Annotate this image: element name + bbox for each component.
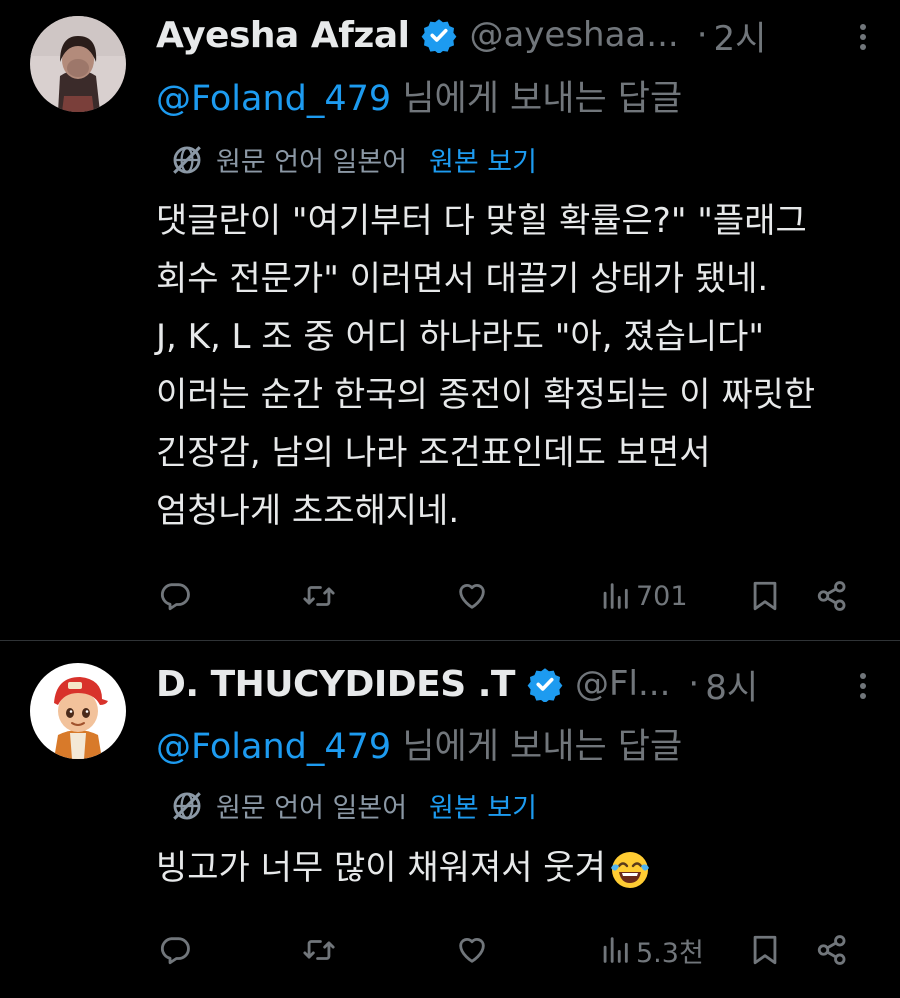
author-handle[interactable]: @ayeshaa... <box>469 15 678 55</box>
views-count: 5.3천 <box>636 937 704 969</box>
face-with-tears-of-joy-emoji <box>610 851 649 888</box>
tweet-header: Ayesha Afzal @ayeshaa... · 2시 <box>156 10 880 60</box>
bookmark-icon <box>753 935 777 965</box>
translation-bar: 원문 언어 일본어 원본 보기 <box>170 786 537 825</box>
author-name[interactable]: Ayesha Afzal <box>156 15 410 56</box>
reply-mention-link[interactable]: @Foland_479 <box>156 79 391 119</box>
share-button[interactable] <box>815 930 849 970</box>
show-original-link[interactable]: 원본 보기 <box>429 786 537 825</box>
retweet-button[interactable] <box>302 930 336 970</box>
like-button[interactable] <box>455 930 489 970</box>
replying-to: @Foland_479 님에게 보내는 답글 <box>156 70 682 121</box>
bookmark-button[interactable] <box>748 930 782 970</box>
verified-badge-icon <box>527 668 563 702</box>
translate-globe-icon <box>173 145 201 174</box>
views-count: 701 <box>636 580 688 612</box>
action-bar: 5.3천 <box>0 930 900 970</box>
views-chart-icon <box>603 937 628 963</box>
bookmark-icon <box>753 581 777 611</box>
more-vertical-icon[interactable] <box>856 671 870 701</box>
replying-to: @Foland_479 님에게 보내는 답글 <box>156 718 682 769</box>
avatar[interactable] <box>30 663 126 759</box>
timestamp[interactable]: 2시 <box>714 11 767 60</box>
reply-icon <box>160 583 190 611</box>
share-icon <box>817 935 846 965</box>
translation-note: 원문 언어 일본어 <box>216 147 408 178</box>
tweet[interactable]: D. THUCYDIDES .T @Fl... · 8시 @Foland_479… <box>0 641 900 998</box>
retweet-icon <box>303 940 335 960</box>
tweet-text: 빙고가 너무 많이 채워져서 웃겨 <box>156 848 606 888</box>
views-button[interactable]: 5.3천 <box>598 930 704 970</box>
heart-icon <box>459 938 485 963</box>
translation-bar: 원문 언어 일본어 원본 보기 <box>170 140 537 179</box>
reply-icon <box>160 937 190 965</box>
tweet-text: 댓글란이 "여기부터 다 맞힐 확률은?" "플래그 회수 전문가" 이러면서 … <box>156 201 816 531</box>
tweet[interactable]: Ayesha Afzal @ayeshaa... · 2시 @Foland_47… <box>0 0 900 640</box>
heart-icon <box>459 584 485 609</box>
action-bar: 701 <box>0 576 900 616</box>
verified-badge-icon <box>422 19 457 53</box>
like-button[interactable] <box>455 576 489 616</box>
timestamp[interactable]: 8시 <box>705 660 758 709</box>
reply-suffix: 님에게 보내는 답글 <box>391 79 683 119</box>
share-icon <box>817 581 846 611</box>
bookmark-button[interactable] <box>748 576 782 616</box>
reply-mention-link[interactable]: @Foland_479 <box>156 727 391 767</box>
author-name[interactable]: D. THUCYDIDES .T <box>156 664 515 705</box>
avatar[interactable] <box>30 16 126 112</box>
more-vertical-icon[interactable] <box>856 22 870 52</box>
avatar-image <box>30 663 126 759</box>
author-handle[interactable]: @Fl... <box>575 664 670 704</box>
reply-suffix: 님에게 보내는 답글 <box>391 727 683 767</box>
show-original-link[interactable]: 원본 보기 <box>429 140 537 179</box>
separator-dot: · <box>696 15 708 55</box>
reply-button[interactable] <box>158 930 192 970</box>
views-button[interactable]: 701 <box>598 576 688 616</box>
translate-globe-icon <box>173 791 201 820</box>
retweet-icon <box>303 586 335 606</box>
views-chart-icon <box>603 583 628 609</box>
reply-button[interactable] <box>158 576 192 616</box>
retweet-button[interactable] <box>302 576 336 616</box>
share-button[interactable] <box>815 576 849 616</box>
separator-dot: · <box>688 664 700 704</box>
translation-note: 원문 언어 일본어 <box>216 793 408 824</box>
tweet-text-container: 빙고가 너무 많이 채워져서 웃겨 <box>156 839 860 897</box>
tweet-header: D. THUCYDIDES .T @Fl... · 8시 <box>156 659 880 709</box>
avatar-image <box>30 16 126 112</box>
